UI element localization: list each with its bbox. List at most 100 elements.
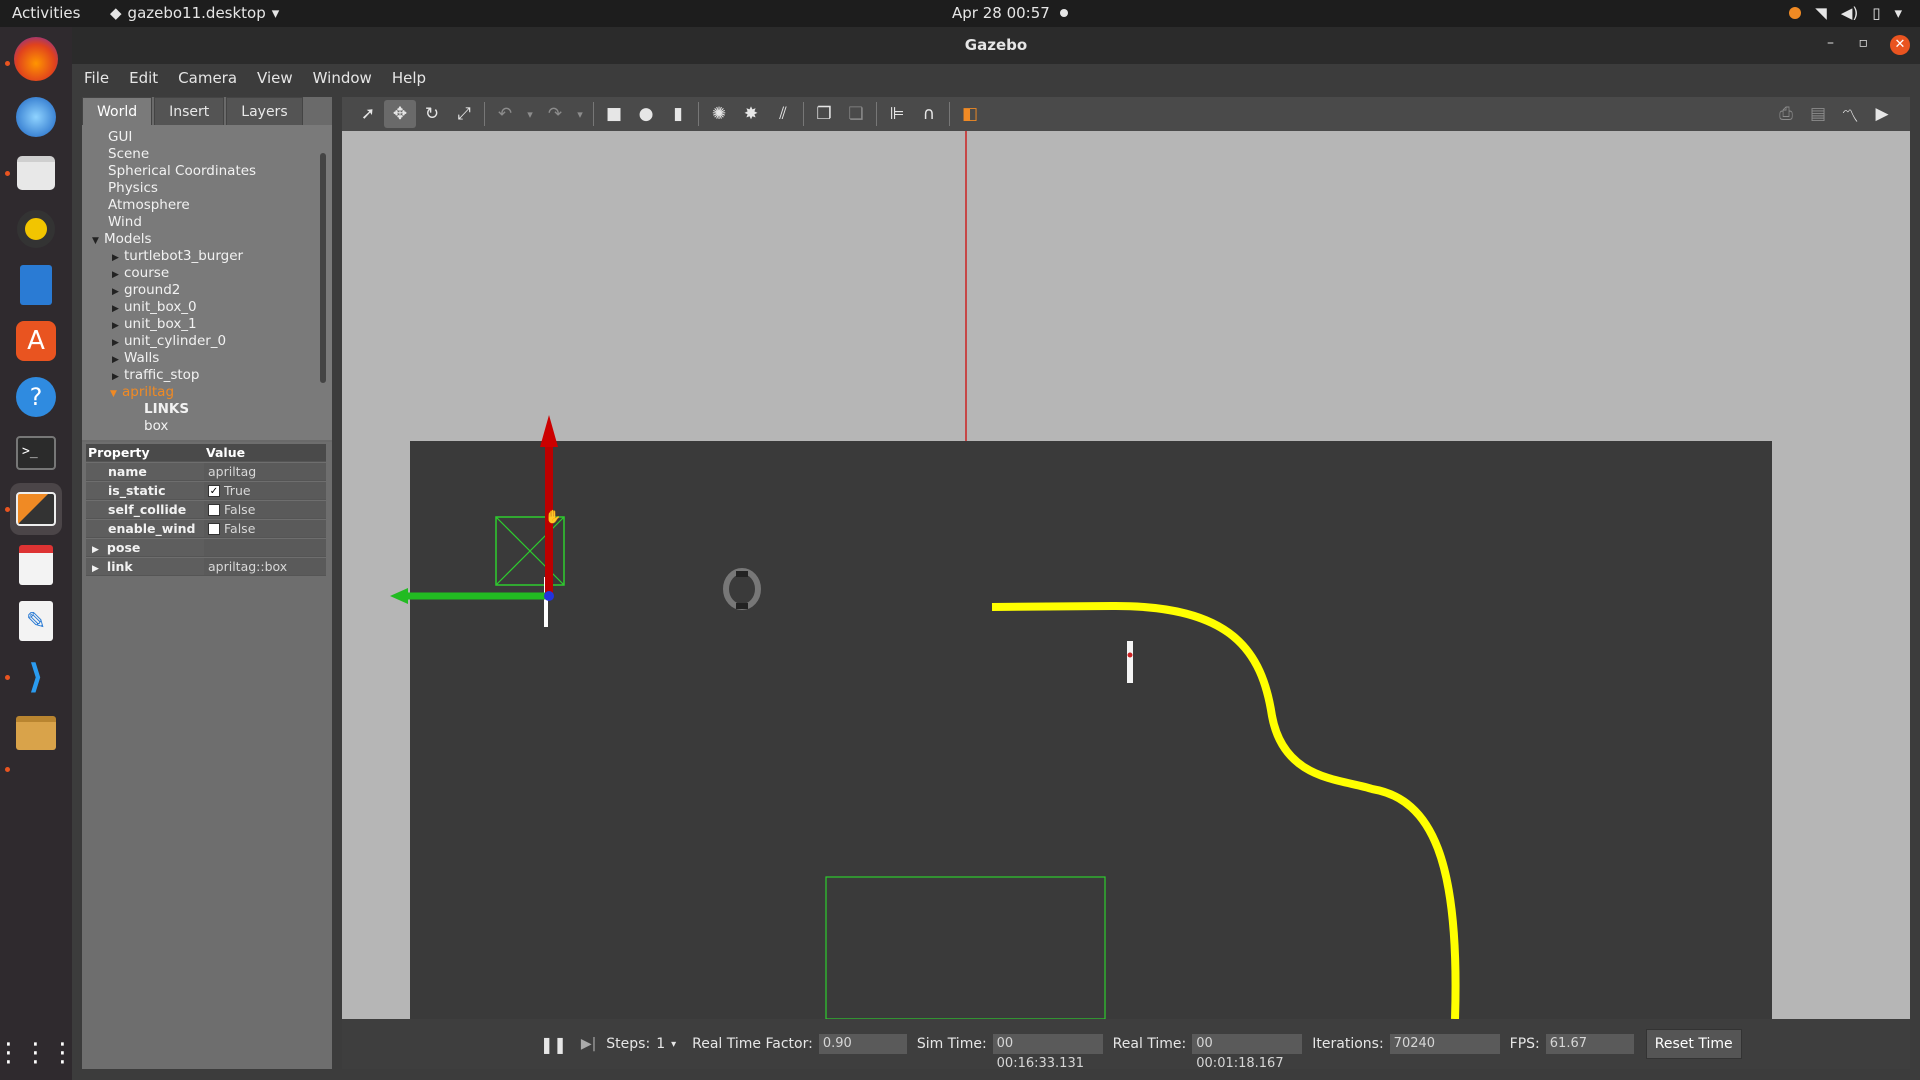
tree-item[interactable]: Wind — [108, 214, 142, 231]
tree-item[interactable]: ▶ unit_cylinder_0 — [112, 333, 226, 350]
property-row-expandable[interactable]: ▶ link apriltag::box — [86, 558, 326, 576]
align-icon[interactable]: ⊫ — [881, 100, 913, 128]
app-menu[interactable]: ◆ gazebo11.desktop ▾ — [110, 4, 279, 22]
scene-canvas[interactable]: ✋ — [342, 131, 1910, 1019]
directional-light-icon[interactable]: ⫽ — [767, 100, 799, 128]
tree-item[interactable]: GUI — [108, 129, 132, 146]
property-row[interactable]: name apriltag — [86, 463, 326, 481]
maximize-button[interactable]: ▫ — [1859, 35, 1869, 51]
tree-item[interactable]: ▶ turtlebot3_burger — [112, 248, 243, 265]
tree-item[interactable]: ▶ course — [112, 265, 169, 282]
checkbox-unchecked[interactable] — [208, 522, 220, 535]
system-tray[interactable]: ◥ ◀) ▯ ▾ — [1789, 4, 1902, 22]
tab-insert[interactable]: Insert — [154, 97, 225, 125]
traffic-stop-sign[interactable] — [1127, 641, 1133, 683]
tree-item[interactable]: LINKS — [144, 401, 189, 418]
redo-icon[interactable]: ↷ — [539, 100, 571, 128]
point-light-icon[interactable]: ✺ — [703, 100, 735, 128]
tab-layers[interactable]: Layers — [226, 97, 303, 125]
window-titlebar[interactable]: Gazebo – ▫ ✕ — [72, 27, 1920, 64]
ground-plane[interactable] — [410, 441, 1772, 1019]
tree-item[interactable]: ▶ ground2 — [112, 282, 180, 299]
expanded-arrow-icon[interactable]: ▼ — [92, 233, 104, 250]
cylinder-shape-icon[interactable]: ▮ — [662, 100, 694, 128]
snap-icon[interactable]: ∩ — [913, 100, 945, 128]
paste-icon[interactable]: ❏ — [840, 100, 872, 128]
menu-help[interactable]: Help — [392, 69, 426, 87]
thunderbird-icon[interactable] — [10, 91, 62, 143]
menu-file[interactable]: File — [84, 69, 109, 87]
property-row[interactable]: is_static ✓ True — [86, 482, 326, 500]
copy-icon[interactable]: ❐ — [808, 100, 840, 128]
3d-viewport[interactable]: ✋ — [342, 131, 1910, 1019]
scale-icon[interactable]: ⤢ — [448, 100, 480, 128]
property-key: self_collide — [86, 501, 204, 518]
checkbox-checked[interactable]: ✓ — [208, 484, 220, 497]
tree-item[interactable]: ▶ unit_box_1 — [112, 316, 197, 333]
screenshot-icon[interactable]: ⎙ — [1770, 100, 1802, 128]
help-icon[interactable]: ? — [10, 371, 62, 423]
tree-item[interactable]: ▶ traffic_stop — [112, 367, 200, 384]
undo-history-icon[interactable]: ▾ — [521, 100, 539, 128]
menu-window[interactable]: Window — [313, 69, 372, 87]
app-center-icon[interactable]: A — [10, 315, 62, 367]
tree-item[interactable]: Physics — [108, 180, 158, 197]
plot-icon[interactable]: 〽 — [1834, 100, 1866, 128]
tree-item[interactable]: ▶ Walls — [112, 350, 159, 367]
menu-edit[interactable]: Edit — [129, 69, 158, 87]
menu-view[interactable]: View — [257, 69, 293, 87]
translate-icon[interactable]: ✥ — [384, 100, 416, 128]
tree-item[interactable]: box — [144, 418, 168, 435]
log-icon[interactable]: ▤ — [1802, 100, 1834, 128]
firefox-icon[interactable] — [14, 37, 58, 81]
property-value[interactable]: apriltag — [204, 463, 326, 480]
rotate-icon[interactable]: ↻ — [416, 100, 448, 128]
record-video-icon[interactable]: ▶ — [1866, 100, 1898, 128]
property-row[interactable]: self_collide False — [86, 501, 326, 519]
reset-time-button[interactable]: Reset Time — [1645, 1029, 1742, 1059]
text-editor-icon[interactable]: ✎ — [10, 595, 62, 647]
tree-item[interactable]: Spherical Coordinates — [108, 163, 256, 180]
collapsed-arrow-icon[interactable]: ▶ — [92, 545, 99, 555]
tree-item-selected[interactable]: ▼ apriltag — [110, 384, 174, 401]
sphere-shape-icon[interactable]: ● — [630, 100, 662, 128]
vscode-icon[interactable]: ⟩ — [10, 651, 62, 703]
running-indicator — [5, 171, 10, 176]
writer-icon[interactable] — [10, 259, 62, 311]
expanded-arrow-icon[interactable]: ▼ — [110, 386, 122, 403]
steps-dropdown-icon[interactable]: ▾ — [671, 1039, 676, 1050]
close-button[interactable]: ✕ — [1890, 35, 1910, 55]
collapsed-arrow-icon[interactable]: ▶ — [92, 564, 99, 574]
pause-icon[interactable]: ❚❚ — [540, 1035, 567, 1054]
tab-world[interactable]: World — [82, 97, 153, 125]
select-arrow-icon[interactable]: ➚ — [352, 100, 384, 128]
property-row[interactable]: enable_wind False — [86, 520, 326, 538]
files-icon[interactable] — [10, 147, 62, 199]
show-apps-grid-icon[interactable]: ⋮⋮⋮ — [0, 1027, 76, 1079]
spot-light-icon[interactable]: ✸ — [735, 100, 767, 128]
redo-history-icon[interactable]: ▾ — [571, 100, 589, 128]
tree-item[interactable]: ▶ unit_box_0 — [112, 299, 197, 316]
property-row-expandable[interactable]: ▶ pose — [86, 539, 326, 557]
steps-value[interactable]: 1 — [656, 1036, 665, 1052]
tree-scrollbar[interactable] — [320, 153, 326, 383]
minimize-button[interactable]: – — [1827, 35, 1834, 51]
undo-icon[interactable]: ↶ — [489, 100, 521, 128]
view-angle-icon[interactable]: ◧ — [954, 100, 986, 128]
terminal-icon[interactable]: >_ — [10, 427, 62, 479]
archive-installer-icon[interactable] — [10, 707, 62, 759]
tree-item[interactable]: Atmosphere — [108, 197, 190, 214]
checkbox-unchecked[interactable] — [208, 503, 220, 516]
gazebo-icon[interactable] — [10, 483, 62, 535]
tree-item[interactable]: Scene — [108, 146, 149, 163]
gizmo-z-handle[interactable] — [544, 591, 554, 601]
menu-camera[interactable]: Camera — [178, 69, 237, 87]
tree-item-label: apriltag — [122, 384, 175, 400]
box-shape-icon[interactable]: ■ — [598, 100, 630, 128]
step-forward-icon[interactable]: ▶| — [581, 1036, 596, 1052]
tree-item-models[interactable]: ▼ Models — [92, 231, 152, 248]
activities-button[interactable]: Activities — [12, 4, 80, 22]
clock[interactable]: Apr 28 00:57 — [952, 4, 1068, 22]
document-viewer-icon[interactable] — [10, 539, 62, 591]
rhythmbox-icon[interactable] — [10, 203, 62, 255]
